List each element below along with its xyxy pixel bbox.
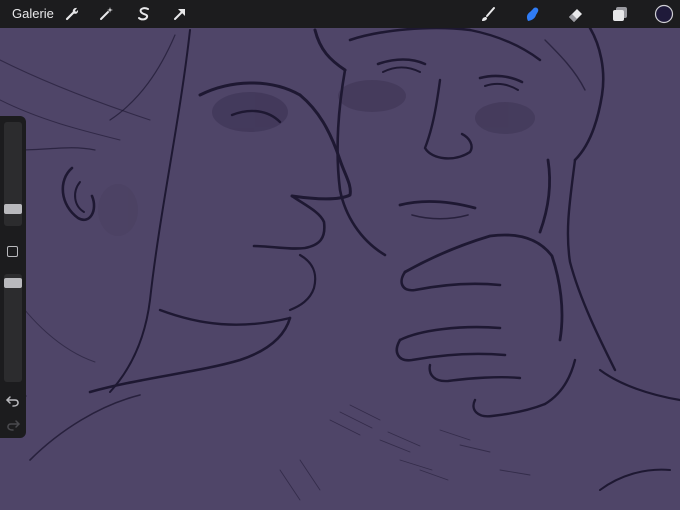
gallery-button[interactable]: Galerie [12,6,54,21]
transform-arrow-icon[interactable] [170,4,190,24]
opacity-slider[interactable] [4,274,22,382]
smudge-icon[interactable] [522,4,542,24]
undo-icon[interactable] [5,394,21,408]
drawing-canvas[interactable] [0,28,680,510]
top-toolbar: Galerie [0,0,680,28]
selection-icon[interactable] [134,4,154,24]
brush-icon[interactable] [478,4,498,24]
redo-icon[interactable] [5,418,21,432]
color-swatch[interactable] [654,4,674,24]
layers-icon[interactable] [610,4,630,24]
brush-size-thumb[interactable] [4,204,22,214]
eraser-icon[interactable] [566,4,586,24]
brush-size-slider[interactable] [4,122,22,226]
magic-wand-icon[interactable] [96,4,116,24]
opacity-thumb[interactable] [4,278,22,288]
modify-square-button[interactable] [7,246,18,257]
left-sidebar [0,116,26,438]
wrench-icon[interactable] [62,4,82,24]
